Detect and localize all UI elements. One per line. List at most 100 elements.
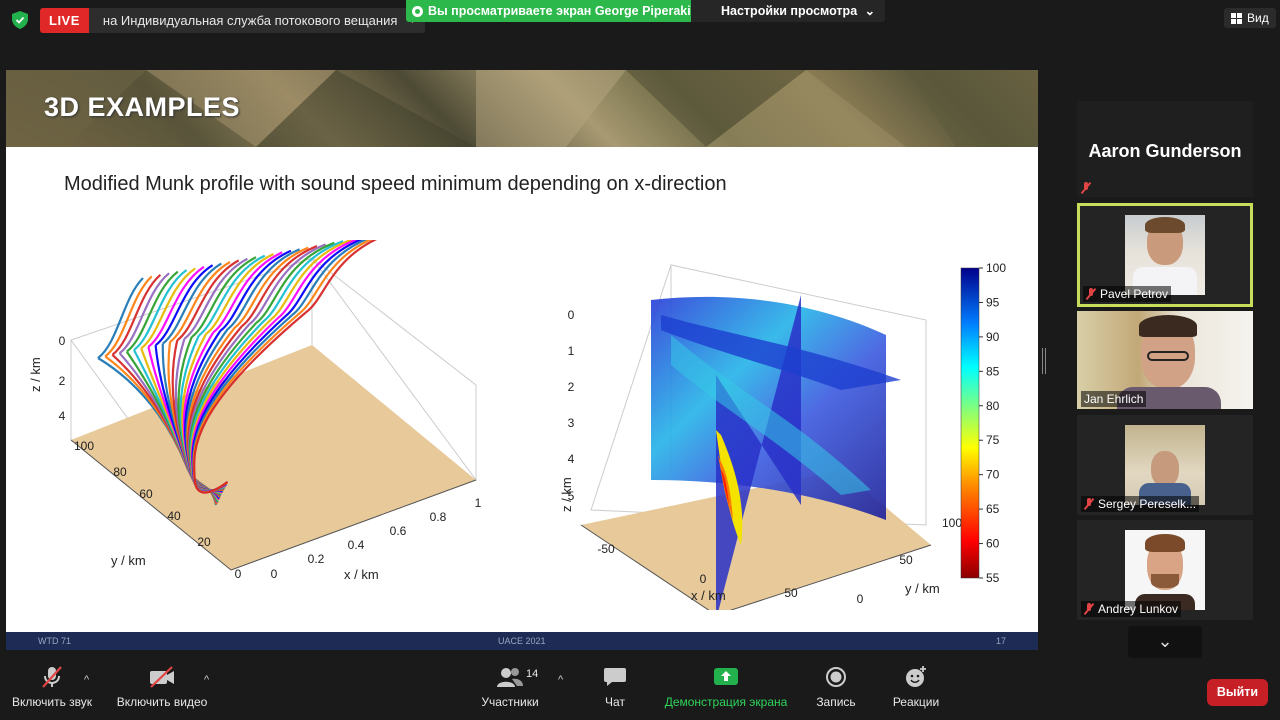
participant-name: Aaron Gunderson	[1088, 141, 1242, 161]
colorbar-tick-label: 85	[986, 364, 1000, 378]
leave-meeting-button[interactable]: Выйти	[1207, 679, 1268, 706]
view-options-label: Настройки просмотра	[721, 4, 858, 18]
colorbar-tick-label: 95	[986, 295, 1000, 309]
start-video-label: Включить видео	[116, 695, 208, 709]
colorbar-tick-label: 90	[986, 330, 1000, 344]
x-tick-label: 0.8	[430, 510, 447, 524]
y-tick-label: 100	[942, 516, 962, 530]
participant-name: Sergey Pereselk...	[1098, 497, 1197, 511]
colorbar-tick-label: 80	[986, 399, 1000, 413]
x-tick-label: 1	[475, 496, 482, 510]
live-badge: LIVE	[40, 8, 89, 33]
footer-center-text: UACE 2021	[498, 636, 546, 646]
participant-tile[interactable]: Jan Ehrlich	[1077, 311, 1253, 409]
participant-name-label: Jan Ehrlich	[1081, 391, 1147, 407]
chat-bubble-icon	[595, 660, 635, 694]
y-tick-label: 80	[113, 465, 127, 479]
chevron-down-icon: ⌄	[1157, 631, 1173, 651]
colorbar-tick-label: 60	[986, 537, 1000, 551]
participant-video	[1125, 530, 1205, 610]
unmute-label: Включить звук	[11, 695, 93, 709]
participant-tile-active-speaker[interactable]: Pavel Petrov	[1077, 203, 1253, 307]
participant-video	[1125, 215, 1205, 295]
record-label: Запись	[816, 695, 856, 709]
live-stream-control[interactable]: LIVE на Индивидуальная служба потокового…	[40, 8, 426, 33]
scroll-participants-down-button[interactable]: ⌄	[1128, 626, 1202, 658]
mic-muted-icon	[1084, 603, 1094, 615]
view-options-button[interactable]: Настройки просмотра ⌄	[691, 0, 886, 22]
y-tick-label: 100	[74, 439, 94, 453]
y-tick-label: 50	[899, 553, 913, 567]
participants-options-caret-icon[interactable]: ^	[558, 674, 563, 686]
y-tick-label: 0	[235, 567, 242, 581]
z-tick-label: 2	[568, 380, 575, 394]
x-tick-label: 0.2	[308, 552, 325, 566]
chat-button[interactable]: Чат	[595, 660, 635, 720]
video-camera-off-icon	[113, 660, 211, 694]
view-layout-label: Вид	[1247, 11, 1269, 25]
chat-label: Чат	[605, 695, 625, 709]
video-options-caret-icon[interactable]: ^	[204, 674, 209, 686]
slice-plot-svg: 012345-50050 050100 z / km x / km y / km …	[559, 261, 1006, 620]
sound-speed-slice-plot: 0 1 2 3 4 5 -50 0 50 0 50 100 z / km x / km y / km …	[541, 255, 1021, 620]
slide-footer: WTD 71 UACE 2021 17	[6, 632, 1038, 650]
colorbar-tick-label: 100	[986, 261, 1006, 275]
record-icon	[808, 660, 864, 694]
x-tick-label: 50	[784, 586, 798, 600]
x-tick-label: 0.4	[348, 538, 365, 552]
z-tick-label: 0	[59, 334, 66, 348]
participant-tile[interactable]: Andrey Lunkov	[1077, 520, 1253, 620]
reactions-label: Реакции	[892, 695, 940, 709]
participant-name-label: Sergey Pereselk...	[1081, 496, 1200, 512]
participant-tile[interactable]: Sergey Pereselk...	[1077, 415, 1253, 515]
y-axis-label: y / km	[111, 553, 146, 568]
munk-profile-ray-plot: 0 20 40 60 80 100 0 0.2 0.4 0.6 0.8 1 0 2 4 z / km y /…	[26, 230, 496, 605]
participant-video	[1125, 425, 1205, 505]
x-axis-label: x / km	[344, 567, 379, 582]
z-tick-label: 2	[59, 374, 66, 388]
view-layout-button[interactable]: Вид	[1224, 8, 1276, 28]
panel-resize-handle[interactable]	[1042, 348, 1046, 374]
slide-header-banner: 3D EXAMPLES	[6, 70, 1038, 147]
chevron-down-icon: ⌄	[864, 4, 876, 18]
shared-screen: 3D EXAMPLES Modified Munk profile with s…	[6, 70, 1038, 650]
grid-view-icon	[1231, 12, 1242, 24]
y-tick-label: 20	[197, 535, 211, 549]
smiley-add-icon	[884, 660, 948, 694]
share-screen-button[interactable]: Демонстрация экрана	[660, 660, 792, 720]
slide-number: 17	[996, 636, 1007, 646]
x-tick-label: -50	[597, 542, 615, 556]
y-tick-label: 40	[167, 509, 181, 523]
z-tick-label: 0	[568, 308, 575, 322]
participant-name: Pavel Petrov	[1100, 287, 1169, 301]
mic-muted-icon	[1086, 288, 1096, 300]
share-screen-arrow-icon	[660, 660, 792, 694]
mic-muted-icon	[1081, 181, 1091, 197]
audio-options-caret-icon[interactable]: ^	[84, 674, 89, 686]
participants-label: Участники	[481, 695, 539, 709]
start-video-button[interactable]: Включить видео	[113, 660, 211, 720]
slide-subtitle: Modified Munk profile with sound speed m…	[64, 173, 727, 195]
unmute-button[interactable]: Включить звук	[6, 660, 98, 720]
meeting-toolbar: Включить звук ^ Включить видео ^ 14 Учас…	[0, 660, 1280, 720]
y-axis-label: y / km	[905, 581, 940, 596]
mic-muted-icon	[1084, 498, 1094, 510]
screen-share-notice: Вы просматриваете экран George Piperakis	[406, 0, 706, 22]
participant-tile[interactable]: Aaron Gunderson	[1077, 101, 1253, 197]
reactions-button[interactable]: Реакции	[884, 660, 948, 720]
record-button[interactable]: Запись	[808, 660, 864, 720]
security-shield-icon[interactable]	[12, 11, 28, 29]
x-axis-label: x / km	[691, 588, 726, 603]
z-tick-label: 1	[568, 344, 575, 358]
x-tick-label: 0.6	[390, 524, 407, 538]
ray-plot-svg: 0 20 40 60 80 100 0 0.2 0.4 0.6 0.8 1 0 2 4 z / km y /…	[28, 230, 482, 582]
y-tick-label: 0	[857, 592, 864, 606]
participants-button[interactable]: 14 Участники	[476, 660, 544, 720]
participant-name-label: Andrey Lunkov	[1081, 601, 1182, 617]
z-axis-label: z / km	[559, 477, 574, 512]
colorbar-tick-label: 55	[986, 571, 1000, 585]
live-stream-target: на Индивидуальная служба потокового веща…	[102, 13, 398, 28]
participants-count: 14	[526, 668, 539, 680]
x-tick-label: 0	[700, 572, 707, 586]
z-tick-label: 4	[59, 409, 66, 423]
